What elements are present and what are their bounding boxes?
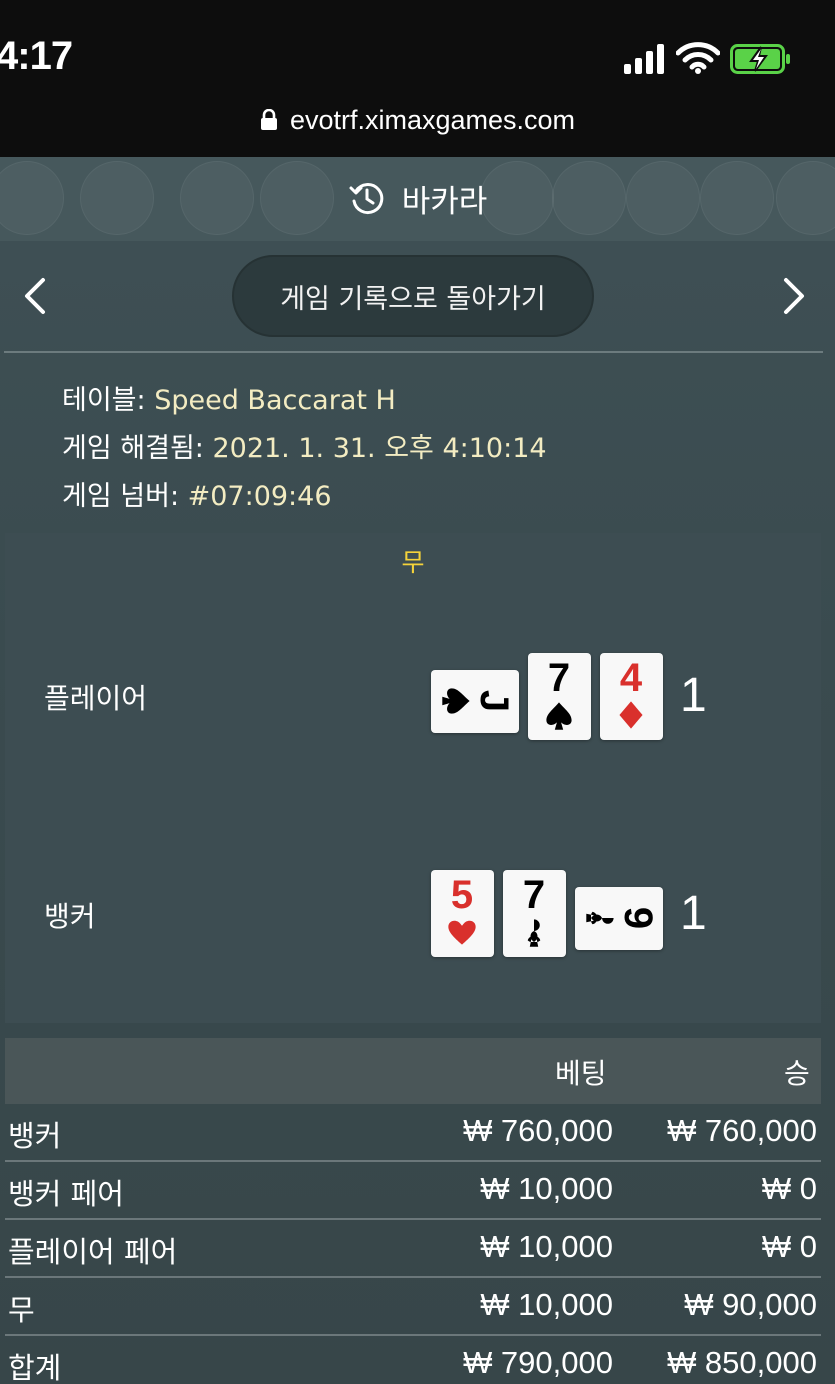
status-bar: 4:17 evotrf.ximaxgames.com xyxy=(0,0,835,157)
result-panel xyxy=(5,533,821,1023)
table-row-label: 플레이어 페어 xyxy=(8,1235,178,1269)
table-row-win: ₩ 90,000 xyxy=(684,1287,817,1322)
status-time: 4:17 xyxy=(0,34,73,78)
playing-card: 7 xyxy=(528,653,591,740)
table-row-label: 뱅커 페어 xyxy=(8,1177,124,1211)
total-bet: ₩ 790,000 xyxy=(463,1345,613,1380)
banker-label: 뱅커 xyxy=(44,900,96,933)
svg-text:J: J xyxy=(472,690,516,712)
player-score: 1 xyxy=(680,669,707,722)
wifi-icon xyxy=(676,42,720,74)
playing-card: 5 xyxy=(431,870,494,957)
table-row-bet: ₩ 10,000 xyxy=(480,1229,613,1264)
row-divider xyxy=(5,1276,821,1278)
info-table-key: 테이블: xyxy=(62,385,155,416)
win-column-header: 승 xyxy=(784,1057,810,1090)
lock-icon xyxy=(260,109,277,130)
battery-charging-icon xyxy=(730,44,790,74)
url-text: evotrf.ximaxgames.com xyxy=(289,104,576,135)
bets-table-header xyxy=(5,1038,821,1104)
url-bar[interactable]: evotrf.ximaxgames.com xyxy=(0,100,835,140)
svg-text:5: 5 xyxy=(451,873,473,917)
total-win: ₩ 850,000 xyxy=(667,1345,817,1380)
chevron-left-icon[interactable] xyxy=(15,274,55,318)
navigation-row: 게임 기록으로 돌아가기 xyxy=(0,241,835,353)
banker-score: 1 xyxy=(680,887,707,940)
svg-text:9: 9 xyxy=(616,907,660,929)
total-label: 합계 xyxy=(8,1351,62,1384)
table-row-bet: ₩ 10,000 xyxy=(480,1171,613,1206)
playing-card: 4 xyxy=(600,653,663,740)
bet-column-header: 베팅 xyxy=(555,1057,607,1090)
info-table: 테이블: Speed Baccarat H xyxy=(62,378,762,417)
player-label: 플레이어 xyxy=(44,682,148,715)
table-row-label: 뱅커 xyxy=(8,1119,62,1153)
chevron-right-icon[interactable] xyxy=(774,274,814,318)
row-divider xyxy=(5,1160,821,1162)
playing-card: 7 xyxy=(503,870,566,957)
info-table-value: Speed Baccarat H xyxy=(154,385,396,416)
info-number-value: #07:09:46 xyxy=(187,481,332,512)
back-to-history-button[interactable]: 게임 기록으로 돌아가기 xyxy=(232,255,594,337)
svg-text:7: 7 xyxy=(548,656,570,700)
info-number-key: 게임 넘버: xyxy=(62,481,188,512)
table-row-bet: ₩ 760,000 xyxy=(463,1113,613,1148)
table-row-win: ₩ 0 xyxy=(761,1229,817,1264)
playing-card: J xyxy=(431,670,519,733)
row-divider xyxy=(5,1218,821,1220)
info-resolved: 게임 해결됨: 2021. 1. 31. 오후 4:10:14 xyxy=(62,426,762,465)
signal-icon xyxy=(624,44,668,74)
playing-card: 9 xyxy=(575,887,663,950)
info-resolved-value: 2021. 1. 31. 오후 4:10:14 xyxy=(212,433,547,464)
title-text: 바카라 xyxy=(401,183,488,220)
row-divider xyxy=(5,1334,821,1336)
table-row-win: ₩ 760,000 xyxy=(667,1113,817,1148)
svg-text:7: 7 xyxy=(523,873,545,917)
page-title: 바카라 xyxy=(0,170,835,226)
table-row-bet: ₩ 10,000 xyxy=(480,1287,613,1322)
history-icon[interactable] xyxy=(348,179,386,217)
table-row-label: 무 xyxy=(8,1293,35,1327)
info-game-number: 게임 넘버: #07:09:46 xyxy=(62,474,762,513)
svg-text:4: 4 xyxy=(620,656,643,700)
divider xyxy=(4,351,823,353)
table-row-win: ₩ 0 xyxy=(761,1171,817,1206)
info-resolved-key: 게임 해결됨: xyxy=(62,433,213,464)
outcome-label: 무 xyxy=(401,548,425,577)
